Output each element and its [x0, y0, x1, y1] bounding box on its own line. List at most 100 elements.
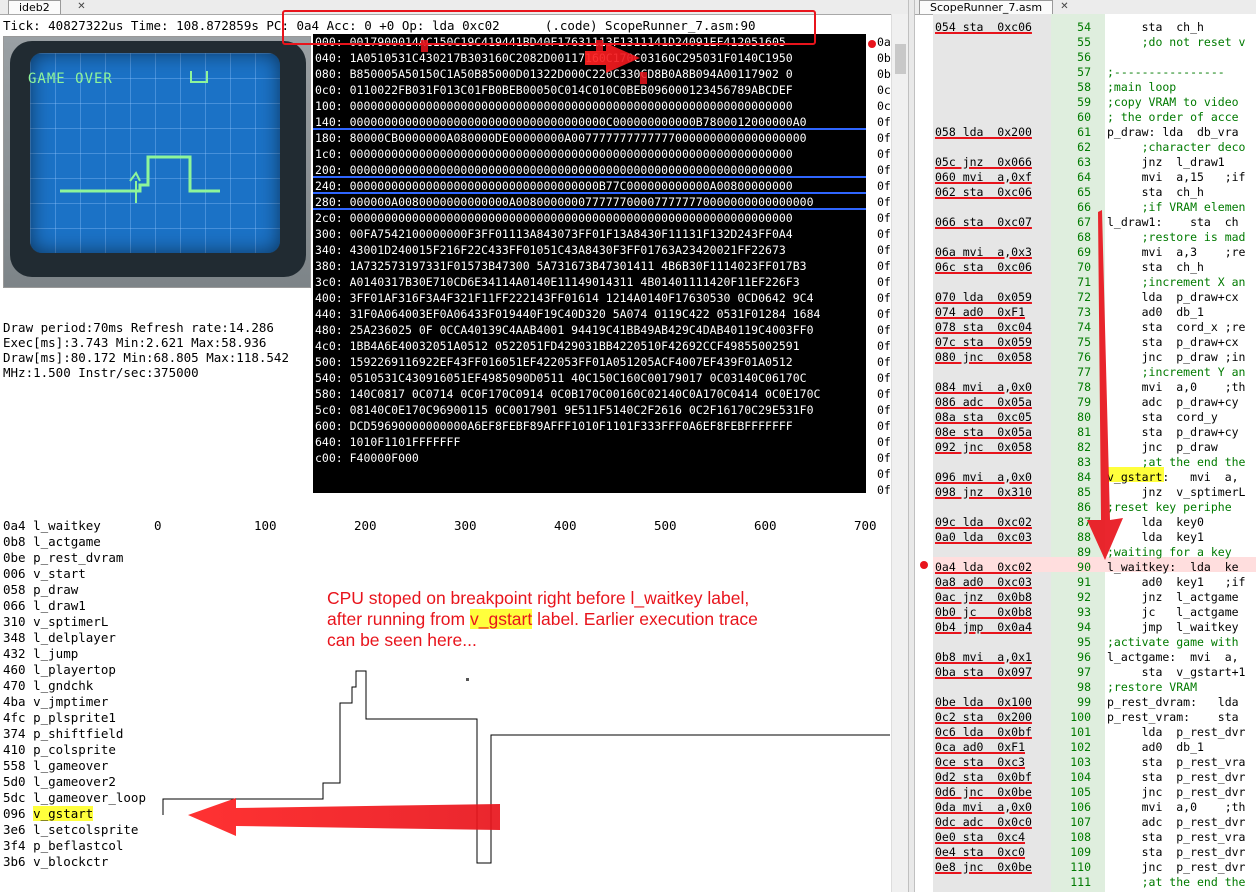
- source-line[interactable]: 0a0 lda 0xc03 88 lda key1: [915, 530, 1256, 545]
- source-line[interactable]: 084 mvi a,0x0 78 mvi a,0 ;th: [915, 380, 1256, 395]
- trace-label[interactable]: 0be p_rest_dvram: [3, 550, 146, 566]
- source-line[interactable]: 070 lda 0x059 72 lda p_draw+cx: [915, 290, 1256, 305]
- source-line[interactable]: 07c sta 0x059 75 sta p_draw+cx: [915, 335, 1256, 350]
- source-line[interactable]: 066 sta 0xc07 67 l_draw1: sta ch: [915, 215, 1256, 230]
- memory-row[interactable]: 540: 0510531C430916051EF4985090D0511 40C…: [313, 370, 866, 386]
- memory-row[interactable]: 5c0: 08140C0E170C96900115 0C0017901 9E51…: [313, 402, 866, 418]
- source-line[interactable]: 86 ;reset key periphe: [915, 500, 1256, 515]
- trace-label[interactable]: 410 p_colsprite: [3, 742, 146, 758]
- source-line[interactable]: 89 ;waiting for a key: [915, 545, 1256, 560]
- close-icon[interactable]: ✕: [76, 1, 87, 12]
- source-line[interactable]: 55 ;do not reset v: [915, 35, 1256, 50]
- memory-row[interactable]: 480: 25A236025 0F 0CCA40139C4AAB4001 944…: [313, 322, 866, 338]
- source-line[interactable]: 0e4 sta 0xc0 109 sta p_rest_dvr: [915, 845, 1256, 860]
- source-line[interactable]: 0b8 mvi a,0x1 96 l_actgame: mvi a,: [915, 650, 1256, 665]
- window-divider[interactable]: [908, 0, 915, 892]
- memory-row[interactable]: 080: B850005A50150C1A50B85000D01322D000C…: [313, 66, 866, 82]
- memory-row[interactable]: 240: 00000000000000000000000000000000000…: [313, 178, 866, 194]
- source-line[interactable]: 0ce sta 0xc3 103 sta p_rest_vra: [915, 755, 1256, 770]
- source-line[interactable]: 0a8 ad0 0xc03 91 ad0 key1 ;if: [915, 575, 1256, 590]
- source-line[interactable]: 0c6 lda 0x0bf 101 lda p_rest_dvr: [915, 725, 1256, 740]
- memory-row[interactable]: 400: 3FF01AF316F3A4F321F11FF222143FF0161…: [313, 290, 866, 306]
- source-line[interactable]: 62 ;character deco: [915, 140, 1256, 155]
- source-line[interactable]: 0dc adc 0x0c0 107 adc p_rest_dvr: [915, 815, 1256, 830]
- memory-row[interactable]: 640: 1010F1101FFFFFFF: [313, 434, 866, 450]
- memory-row[interactable]: 600: DCD59690000000000A6EF8FEBF89AFFF101…: [313, 418, 866, 434]
- memory-row[interactable]: 580: 140C0817 0C0714 0C0F170C0914 0C0B17…: [313, 386, 866, 402]
- trace-label[interactable]: 5d0 l_gameover2: [3, 774, 146, 790]
- source-line[interactable]: 0a4 lda 0xc02 90 l_waitkey: lda ke: [915, 560, 1256, 575]
- trace-label[interactable]: 310 v_sptimerL: [3, 614, 146, 630]
- source-line[interactable]: 086 adc 0x05a 79 adc p_draw+cy: [915, 395, 1256, 410]
- trace-label[interactable]: 3f4 p_beflastcol: [3, 838, 146, 854]
- source-line[interactable]: 95 ;activate game with: [915, 635, 1256, 650]
- trace-label[interactable]: 4ba v_jmptimer: [3, 694, 146, 710]
- source-line[interactable]: 062 sta 0xc06 65 sta ch_h: [915, 185, 1256, 200]
- source-line[interactable]: 092 jnc 0x058 82 jnc p_draw: [915, 440, 1256, 455]
- trace-label[interactable]: 4fc p_plsprite1: [3, 710, 146, 726]
- source-line[interactable]: 0ba sta 0x097 97 sta v_gstart+1: [915, 665, 1256, 680]
- source-line[interactable]: 0b0 jc 0x0b8 93 jc l_actgame: [915, 605, 1256, 620]
- memory-row[interactable]: c00: F40000F000: [313, 450, 866, 466]
- source-line[interactable]: 66 ;if VRAM elemen: [915, 200, 1256, 215]
- memory-row[interactable]: 100: 00000000000000000000000000000000000…: [313, 98, 866, 114]
- memory-row[interactable]: 500: 1592269116922EF43FF016051EF422053FF…: [313, 354, 866, 370]
- memory-row[interactable]: 440: 31F0A064003EF0A06433F019440F19C40D3…: [313, 306, 866, 322]
- memory-dump[interactable]: 000: 0017900014AC150C19C419441BD40F17631…: [313, 34, 866, 493]
- trace-label[interactable]: 066 l_draw1: [3, 598, 146, 614]
- memory-row[interactable]: 1c0: 00000000000000000000000000000000000…: [313, 146, 866, 162]
- source-line[interactable]: 59 ;copy VRAM to video: [915, 95, 1256, 110]
- source-line[interactable]: 08a sta 0xc05 80 sta cord_y: [915, 410, 1256, 425]
- source-line[interactable]: 0e8 jnc 0x0be 110 jnc p_rest_dvr: [915, 860, 1256, 875]
- trace-label[interactable]: 3b6 v_blockctr: [3, 854, 146, 870]
- trace-label[interactable]: 0a4 l_waitkey: [3, 518, 146, 534]
- source-line[interactable]: 058 lda 0x200 61 p_draw: lda db_vra: [915, 125, 1256, 140]
- close-icon[interactable]: ✕: [1059, 1, 1070, 12]
- source-line[interactable]: 0e0 sta 0xc4 108 sta p_rest_vra: [915, 830, 1256, 845]
- trace-label[interactable]: 558 l_gameover: [3, 758, 146, 774]
- scroll-thumb[interactable]: [895, 44, 906, 74]
- source-line[interactable]: 0b4 jmp 0x0a4 94 jmp l_waitkey: [915, 620, 1256, 635]
- memory-row[interactable]: 380: 1A732573197331F01573B47300 5A731673…: [313, 258, 866, 274]
- memory-row[interactable]: 180: 80000CB0000000A080000DE00000000A007…: [313, 130, 866, 146]
- memory-row[interactable]: 3c0: A0140317B30E710CD6E34114A0140E11149…: [313, 274, 866, 290]
- trace-label[interactable]: 096 v_gstart: [3, 806, 146, 822]
- source-line[interactable]: 054 sta 0xc06 54 sta ch_h: [915, 20, 1256, 35]
- trace-label[interactable]: 348 l_delplayer: [3, 630, 146, 646]
- source-line[interactable]: 06a mvi a,0x3 69 mvi a,3 ;re: [915, 245, 1256, 260]
- source-line[interactable]: 08e sta 0x05a 81 sta p_draw+cy: [915, 425, 1256, 440]
- trace-label[interactable]: 432 l_jump: [3, 646, 146, 662]
- trace-label[interactable]: 058 p_draw: [3, 582, 146, 598]
- source-line[interactable]: 111 ;at the end the: [915, 875, 1256, 890]
- memory-row[interactable]: 280: 000000A0080000000000000A00800000007…: [313, 194, 866, 210]
- trace-label[interactable]: 470 l_gndchk: [3, 678, 146, 694]
- breakpoint-icon[interactable]: [868, 40, 876, 48]
- source-line[interactable]: 0be lda 0x100 99 p_rest_dvram: lda: [915, 695, 1256, 710]
- memory-row[interactable]: 300: 00FA7542100000000F3FF01113A843073FF…: [313, 226, 866, 242]
- source-line[interactable]: 0ac jnz 0x0b8 92 jnz l_actgame: [915, 590, 1256, 605]
- memory-row[interactable]: 040: 1A0510531C430217B303160C2082D001171…: [313, 50, 866, 66]
- source-line[interactable]: 0da mvi a,0x0 106 mvi a,0 ;th: [915, 800, 1256, 815]
- source-line[interactable]: 68 ;restore is mad: [915, 230, 1256, 245]
- source-line[interactable]: 098 jnz 0x310 85 jnz v_sptimerL: [915, 485, 1256, 500]
- source-line[interactable]: 98 ;restore VRAM: [915, 680, 1256, 695]
- memory-row[interactable]: 0c0: 0110022FB031F013C01FB0BEB00050C014C…: [313, 82, 866, 98]
- source-line[interactable]: 77 ;increment Y an: [915, 365, 1256, 380]
- source-line[interactable]: 096 mvi a,0x0 84 v_gstart: mvi a,: [915, 470, 1256, 485]
- source-line[interactable]: 06c sta 0xc06 70 sta ch_h: [915, 260, 1256, 275]
- memory-row[interactable]: 200: 00000000000000000000000000000000000…: [313, 162, 866, 178]
- trace-label[interactable]: 374 p_shiftfield: [3, 726, 146, 742]
- memory-row[interactable]: 4c0: 1BB4A6E40032051A0512 0522051FD42903…: [313, 338, 866, 354]
- trace-label[interactable]: 006 v_start: [3, 566, 146, 582]
- source-line[interactable]: 56: [915, 50, 1256, 65]
- source-line[interactable]: 078 sta 0xc04 74 sta cord_x ;re: [915, 320, 1256, 335]
- source-line[interactable]: 58 ;main loop: [915, 80, 1256, 95]
- source-line[interactable]: 0d6 jnc 0x0be 105 jnc p_rest_dvr: [915, 785, 1256, 800]
- source-line[interactable]: 0c2 sta 0x200 100 p_rest_vram: sta: [915, 710, 1256, 725]
- source-line[interactable]: 0d2 sta 0x0bf 104 sta p_rest_dvr: [915, 770, 1256, 785]
- memory-row[interactable]: 140: 00000000000000000000000000000000000…: [313, 114, 866, 130]
- source-line[interactable]: 05c jnz 0x066 63 jnz l_draw1: [915, 155, 1256, 170]
- source-line[interactable]: 60 ; the order of acce: [915, 110, 1256, 125]
- trace-label[interactable]: 0b8 l_actgame: [3, 534, 146, 550]
- source-line[interactable]: 09c lda 0xc02 87 lda key0: [915, 515, 1256, 530]
